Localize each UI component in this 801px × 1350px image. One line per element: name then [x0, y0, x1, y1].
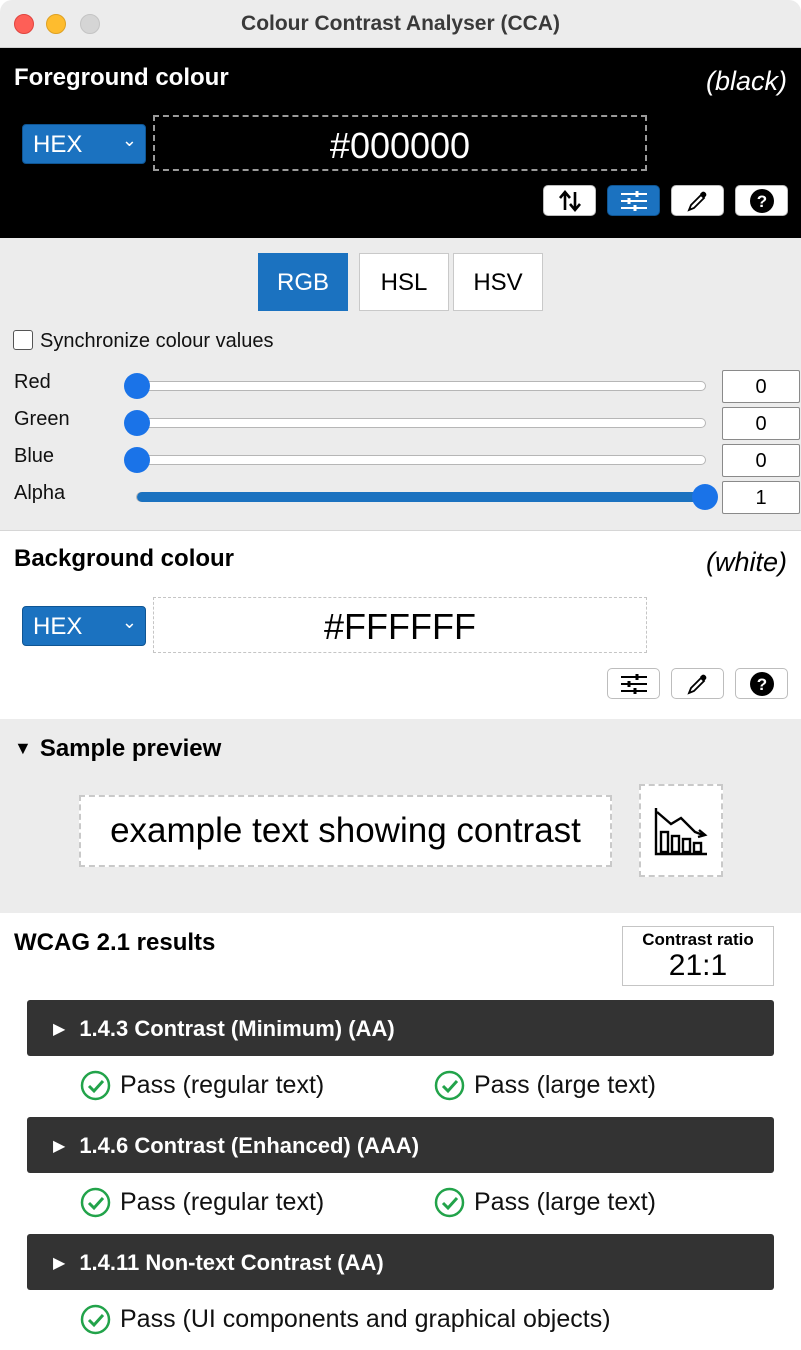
window-title: Colour Contrast Analyser (CCA): [241, 12, 560, 35]
foreground-colour-name: (black): [705, 66, 787, 96]
background-section: Background colour (white) HEX ⌄ #FFFFFF …: [0, 531, 801, 719]
red-value-field[interactable]: 0: [722, 370, 800, 403]
green-value-field[interactable]: 0: [722, 407, 800, 440]
blue-slider[interactable]: [124, 447, 706, 473]
chevron-down-icon: ⌄: [121, 130, 137, 150]
sample-preview-text: example text showing contrast: [79, 795, 612, 867]
green-label: Green: [14, 408, 70, 430]
result-1-4-3-large: Pass (large text): [434, 1070, 656, 1101]
background-colour-name: (white): [705, 547, 787, 577]
sync-label: Synchronize colour values: [40, 330, 274, 352]
background-format-value: HEX: [33, 613, 83, 640]
alpha-value-field[interactable]: 1: [722, 481, 800, 514]
mode-tab-hsv[interactable]: HSV: [453, 253, 543, 311]
wcag-results-section: WCAG 2.1 results Contrast ratio 21:1 ▶ 1.…: [0, 913, 801, 1350]
check-circle-icon: [80, 1304, 111, 1335]
sliders-icon: [620, 190, 647, 211]
check-circle-icon: [80, 1070, 111, 1101]
criterion-title: 1.4.3 Contrast (Minimum) (AA): [79, 1016, 395, 1041]
eyedropper-icon: [686, 674, 706, 695]
background-hex-input[interactable]: #FFFFFF: [153, 597, 647, 653]
mode-tab-rgb[interactable]: RGB: [258, 253, 348, 311]
criterion-1-4-6-toggle[interactable]: ▶ 1.4.6 Contrast (Enhanced) (AAA): [27, 1117, 774, 1173]
result-text: Pass (UI components and graphical object…: [120, 1305, 611, 1333]
blue-slider-thumb[interactable]: [124, 447, 150, 473]
red-slider-thumb[interactable]: [124, 373, 150, 399]
triangle-right-icon: ▶: [53, 1255, 66, 1272]
background-sliders-button[interactable]: [607, 668, 660, 699]
triangle-right-icon: ▶: [53, 1021, 66, 1038]
chevron-down-icon: ⌄: [121, 612, 137, 632]
green-slider-thumb[interactable]: [124, 410, 150, 436]
foreground-heading: Foreground colour: [14, 64, 229, 91]
wcag-results-heading: WCAG 2.1 results: [14, 929, 216, 956]
sample-preview-heading: Sample preview: [39, 735, 222, 762]
check-circle-icon: [434, 1070, 465, 1101]
sync-checkbox[interactable]: [13, 330, 33, 350]
green-slider[interactable]: [124, 410, 706, 436]
triangle-down-icon: ▼: [14, 738, 32, 758]
colour-sliders-panel: RGB HSL HSV Synchronize colour values Re…: [0, 238, 801, 531]
alpha-slider[interactable]: [136, 484, 718, 510]
foreground-section: Foreground colour (black) HEX ⌄ #000000 …: [0, 48, 801, 238]
sample-preview-toggle[interactable]: ▼ Sample preview: [14, 735, 221, 763]
alpha-slider-thumb[interactable]: [692, 484, 718, 510]
foreground-hex-input[interactable]: #000000: [153, 115, 647, 171]
foreground-format-value: HEX: [33, 131, 83, 158]
title-bar: Colour Contrast Analyser (CCA): [0, 0, 801, 48]
foreground-eyedropper-button[interactable]: [671, 185, 724, 216]
swap-icon: [558, 189, 581, 212]
criterion-title: 1.4.11 Non-text Contrast (AA): [79, 1250, 384, 1275]
background-eyedropper-button[interactable]: [671, 668, 724, 699]
contrast-ratio-box: Contrast ratio 21:1: [622, 926, 774, 986]
svg-text:?: ?: [756, 675, 766, 694]
result-text: Pass (regular text): [120, 1071, 325, 1099]
result-text: Pass (regular text): [120, 1188, 325, 1216]
red-label: Red: [14, 371, 51, 393]
check-circle-icon: [434, 1187, 465, 1218]
foreground-sliders-button[interactable]: [607, 185, 660, 216]
check-circle-icon: [80, 1187, 111, 1218]
swap-colours-button[interactable]: [543, 185, 596, 216]
foreground-help-button[interactable]: ?: [735, 185, 788, 216]
contrast-ratio-label: Contrast ratio: [642, 930, 754, 949]
result-1-4-6-regular: Pass (regular text): [80, 1187, 324, 1218]
sample-preview-section: ▼ Sample preview example text showing con…: [0, 719, 801, 913]
triangle-right-icon: ▶: [53, 1138, 66, 1155]
background-format-select[interactable]: HEX ⌄: [22, 606, 146, 646]
result-1-4-11: Pass (UI components and graphical object…: [80, 1304, 611, 1335]
chart-decrease-icon: [654, 807, 708, 855]
result-1-4-6-large: Pass (large text): [434, 1187, 656, 1218]
alpha-label: Alpha: [14, 482, 66, 504]
help-icon: ?: [749, 188, 774, 213]
criterion-1-4-3-toggle[interactable]: ▶ 1.4.3 Contrast (Minimum) (AA): [27, 1000, 774, 1056]
sample-preview-graphic: [639, 784, 723, 877]
help-icon: ?: [749, 671, 774, 696]
blue-label: Blue: [14, 445, 55, 467]
background-heading: Background colour: [14, 545, 235, 572]
eyedropper-icon: [686, 191, 706, 212]
criterion-1-4-11-toggle[interactable]: ▶ 1.4.11 Non-text Contrast (AA): [27, 1234, 774, 1290]
mode-tab-hsl[interactable]: HSL: [359, 253, 449, 311]
criterion-title: 1.4.6 Contrast (Enhanced) (AAA): [79, 1133, 420, 1158]
result-1-4-3-regular: Pass (regular text): [80, 1070, 324, 1101]
sync-colour-values-row[interactable]: Synchronize colour values: [13, 330, 273, 353]
result-text: Pass (large text): [474, 1071, 657, 1099]
red-slider[interactable]: [124, 373, 706, 399]
contrast-ratio-value: 21:1: [668, 949, 728, 982]
blue-value-field[interactable]: 0: [722, 444, 800, 477]
background-help-button[interactable]: ?: [735, 668, 788, 699]
alpha-slider-fill: [137, 492, 705, 502]
foreground-format-select[interactable]: HEX ⌄: [22, 124, 146, 164]
result-text: Pass (large text): [474, 1188, 657, 1216]
sliders-icon: [620, 673, 647, 694]
svg-text:?: ?: [756, 192, 766, 211]
